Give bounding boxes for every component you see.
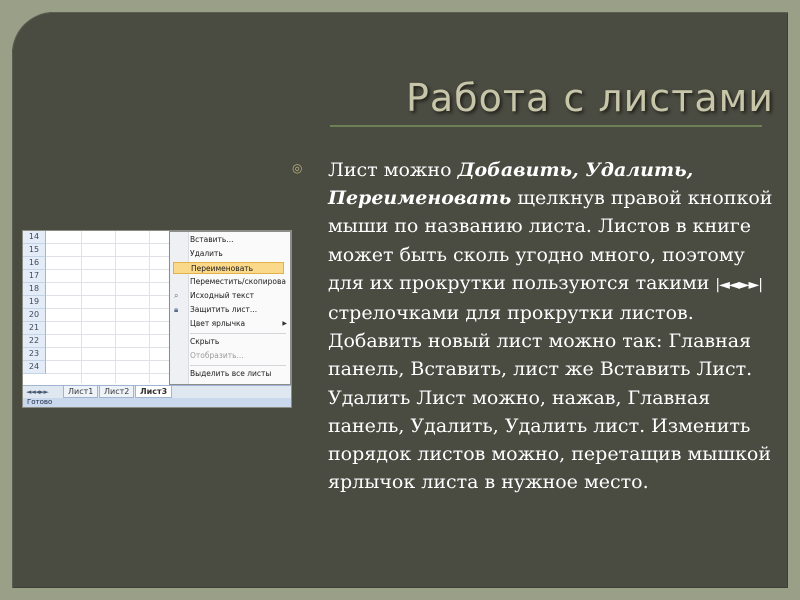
row-header: 18 [23, 283, 46, 296]
menu-item-select-all[interactable]: Выделить все листы [190, 368, 286, 380]
grid-column-line [149, 231, 150, 383]
grid-column-line [115, 231, 116, 383]
grid-column-line [81, 231, 82, 383]
grid-row [46, 296, 176, 309]
row-header: 20 [23, 309, 46, 322]
grid-row [46, 244, 176, 257]
row-header: 17 [23, 270, 46, 283]
protect-sheet-icon: 🔒︎ [174, 305, 179, 314]
title-underline [330, 125, 762, 127]
menu-item-hide[interactable]: Скрыть [190, 336, 286, 348]
sheet-tab[interactable]: Лист2 [99, 386, 135, 398]
sheet-context-menu: Вставить... Удалить Переименовать Переме… [169, 231, 291, 385]
menu-item-protect[interactable]: Защитить лист... [190, 304, 286, 316]
row-header: 21 [23, 322, 46, 335]
row-header: 19 [23, 296, 46, 309]
menu-icon-gutter [170, 232, 189, 384]
menu-item-view-code[interactable]: Исходный текст [190, 290, 286, 302]
excel-screenshot: 14 15 16 17 18 19 20 21 22 23 24 Вставит… [22, 230, 292, 408]
sheet-scroll-arrows[interactable]: ◄◄◄►► [26, 386, 49, 398]
grid-row [46, 348, 176, 361]
grid-row [46, 257, 176, 270]
sheet-tab-active[interactable]: Лист3 [135, 386, 173, 398]
menu-item-move-copy[interactable]: Переместить/скопировать... [190, 276, 286, 288]
sheet-grid: 14 15 16 17 18 19 20 21 22 23 24 [23, 231, 176, 383]
grid-row [46, 322, 176, 335]
grid-row [46, 231, 176, 244]
grid-row [46, 309, 176, 322]
row-header: 14 [23, 231, 46, 244]
row-header: 24 [23, 361, 46, 374]
submenu-arrow-icon: ▶ [282, 320, 287, 327]
row-header: 23 [23, 348, 46, 361]
slide: Работа с листами 14 15 16 17 18 19 20 21… [12, 12, 788, 588]
menu-item-unhide: Отобразить... [190, 351, 244, 360]
menu-item-insert[interactable]: Вставить... [190, 234, 286, 246]
status-bar: Готово [23, 398, 291, 407]
text-part: стрелочками для прокрутки листов. Добави… [328, 302, 772, 494]
grid-row [46, 283, 176, 296]
grid-row [46, 270, 176, 283]
circle-bullet-icon: ◎ [292, 161, 303, 175]
row-header: 22 [23, 335, 46, 348]
scroll-arrows-glyph: |◄◄►►| [715, 276, 762, 293]
sheet-tab-bar: ◄◄◄►► Лист1 Лист2 Лист3 [23, 385, 291, 398]
sheet-tab[interactable]: Лист1 [63, 386, 99, 398]
text-part: Лист можно [328, 159, 458, 181]
bullet-text: Лист можно Добавить, Удалить, Переименов… [328, 156, 778, 496]
view-code-icon: ⌕ [174, 291, 179, 300]
row-header: 15 [23, 244, 46, 257]
menu-item-rename[interactable]: Переименовать [173, 262, 284, 274]
slide-title: Работа с листами [405, 76, 774, 120]
row-header: 16 [23, 257, 46, 270]
menu-item-tab-color[interactable]: Цвет ярлычка [190, 318, 286, 330]
grid-row [46, 361, 176, 374]
grid-row [46, 335, 176, 348]
menu-item-delete[interactable]: Удалить [190, 248, 286, 260]
menu-separator [190, 333, 286, 334]
menu-separator [190, 365, 286, 366]
